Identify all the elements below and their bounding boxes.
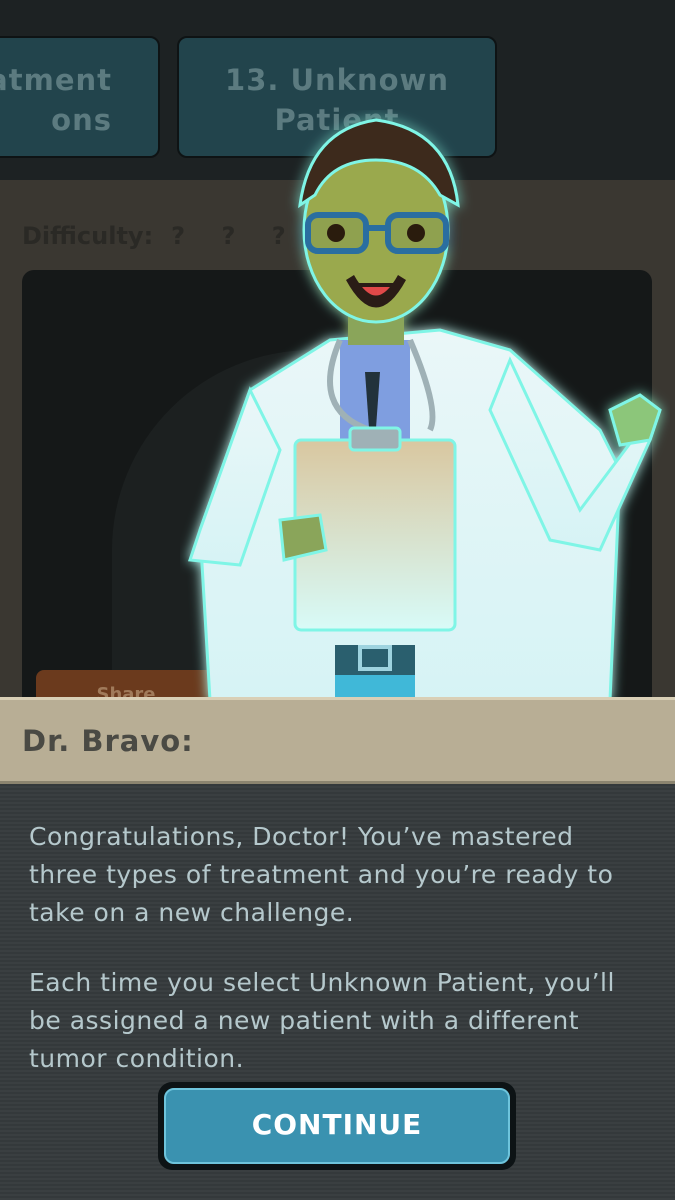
dialog-paragraph-2: Each time you select Unknown Patient, yo… xyxy=(29,968,615,1073)
speaker-name: Dr. Bravo: xyxy=(22,724,194,758)
level-tile-treatment-options[interactable]: atment ons xyxy=(0,36,160,158)
continue-button-frame: CONTINUE xyxy=(158,1082,516,1170)
doctor-avatar xyxy=(187,118,662,702)
speaker-name-bar: Dr. Bravo: xyxy=(0,697,675,784)
dialog-paragraph-1: Congratulations, Doctor! You’ve mastered… xyxy=(29,822,614,927)
difficulty-label: Difficulty: xyxy=(22,222,154,250)
continue-button[interactable]: CONTINUE xyxy=(164,1088,510,1164)
